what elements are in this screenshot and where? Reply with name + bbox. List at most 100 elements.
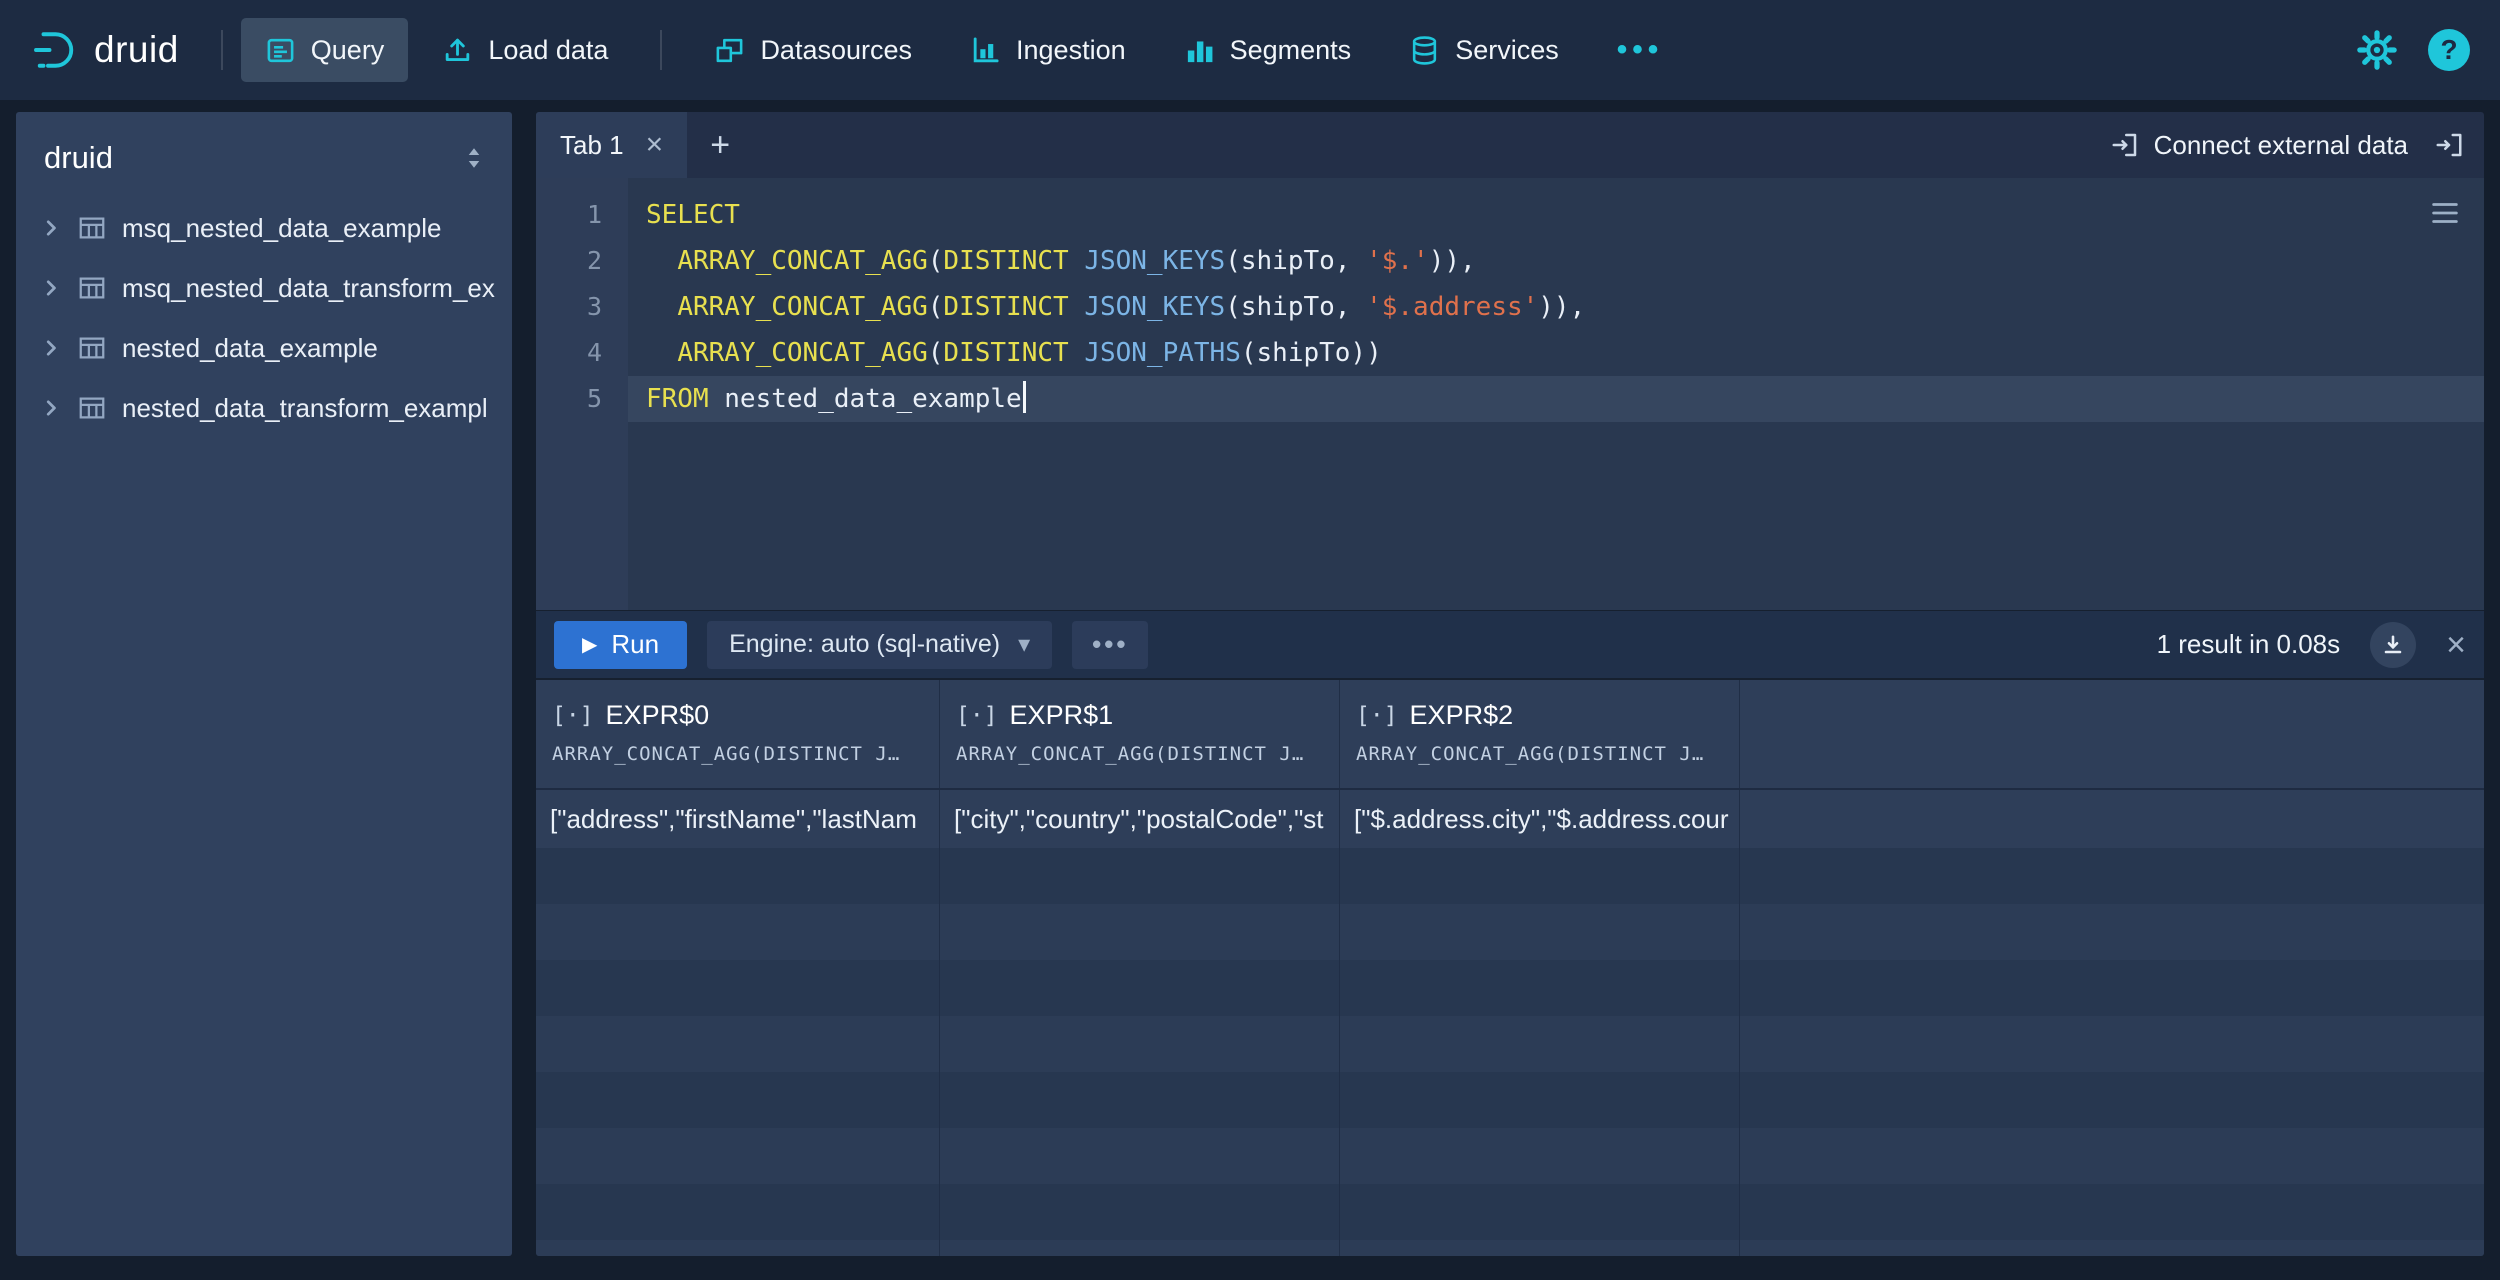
navbar-items: QueryLoad data Datasources Ingestion Segmen… (241, 18, 1687, 82)
download-result-button[interactable] (2370, 622, 2416, 668)
code-token: JSON_KEYS (1084, 246, 1225, 276)
sidebar-header: druid (16, 112, 512, 198)
results-body: ["address","firstName","lastNam["city","… (536, 790, 2484, 1256)
nav-divider (660, 30, 662, 70)
more-dots-icon: ••• (1617, 35, 1664, 65)
empty-cell (1740, 1240, 2484, 1256)
druid-logo-icon (30, 26, 78, 74)
column-header-EXPR$1[interactable]: [·]EXPR$1ARRAY_CONCAT_AGG(DISTINCT J… (940, 680, 1340, 788)
code-line: ARRAY_CONCAT_AGG(DISTINCT JSON_KEYS(ship… (628, 238, 2484, 284)
sidebar-datasource-item[interactable]: msq_nested_data_transform_ex (16, 258, 512, 318)
tabbar: Tab 1 × + Connect external data (536, 112, 2484, 178)
sidebar-datasource-item[interactable]: msq_nested_data_example (16, 198, 512, 258)
nav-item-query[interactable]: Query (241, 18, 409, 82)
line-number: 3 (536, 284, 628, 330)
connect-external-data-button[interactable]: Connect external data (2110, 130, 2408, 161)
chevron-right-icon (40, 277, 62, 299)
code-token (646, 338, 677, 368)
nav-item-label: Segments (1230, 35, 1352, 66)
result-cell[interactable]: ["address","firstName","lastNam (536, 790, 940, 848)
tabbar-right: Connect external data (2110, 112, 2484, 178)
brand-name: druid (94, 29, 179, 71)
nav-item-services[interactable]: Services (1385, 18, 1583, 82)
array-type-icon: [·] (552, 703, 594, 729)
empty-row (536, 1240, 2484, 1256)
empty-cell (940, 960, 1340, 1016)
editor-code[interactable]: SELECT ARRAY_CONCAT_AGG(DISTINCT JSON_KE… (628, 178, 2484, 610)
table-icon (77, 273, 107, 303)
empty-cell (1740, 1016, 2484, 1072)
empty-cell (536, 1072, 940, 1128)
nav-divider (221, 30, 223, 70)
engine-label: Engine: auto (sql-native) (729, 630, 1000, 659)
workspace: druid msq_nested_data_examplemsq_nested_… (0, 100, 2500, 1280)
runbar-more-button[interactable]: ••• (1072, 621, 1148, 669)
empty-cell (1740, 848, 2484, 904)
column-name: [·]EXPR$2 (1356, 700, 1729, 731)
double-caret-vertical-icon (462, 146, 486, 170)
run-button[interactable]: ▶ Run (554, 621, 687, 669)
column-header-EXPR$2[interactable]: [·]EXPR$2 ARRAY_CONCAT_AGG(DISTINCT J… (1340, 680, 1740, 788)
code-token (1069, 338, 1085, 368)
sidebar-tree: msq_nested_data_example msq_nested_data_t… (16, 198, 512, 438)
column-expression: ARRAY_CONCAT_AGG(DISTINCT J… (956, 743, 1329, 765)
empty-cell (1340, 848, 1740, 904)
add-tab-button[interactable]: + (687, 112, 753, 178)
sidebar-datasource-item[interactable]: nested_data_example (16, 318, 512, 378)
help-button[interactable]: ? (2428, 29, 2470, 71)
empty-cell (1340, 1072, 1740, 1128)
code-token: nested_data_example (709, 384, 1022, 414)
code-line: ARRAY_CONCAT_AGG(DISTINCT JSON_PATHS(shi… (628, 330, 2484, 376)
nav-item-load-data[interactable]: Load data (418, 18, 632, 82)
empty-cell (536, 960, 940, 1016)
nav-item-label: Datasources (760, 35, 912, 66)
runbar-right: 1 result in 0.08s × (2157, 622, 2466, 668)
line-number: 4 (536, 330, 628, 376)
empty-cell (536, 848, 940, 904)
code-token: ARRAY_CONCAT_AGG (677, 292, 927, 322)
nav-item-label: Services (1455, 35, 1559, 66)
close-tab-icon[interactable]: × (646, 130, 664, 160)
top-navbar: druid QueryLoad data Datasources Ingestion… (0, 0, 2500, 100)
nav-item-segments[interactable]: Segments (1160, 18, 1376, 82)
sidebar-datasource-item[interactable]: nested_data_transform_exampl (16, 378, 512, 438)
code-token: ( (928, 338, 944, 368)
code-token: JSON_KEYS (1084, 292, 1225, 322)
nav-item-more[interactable]: ••• (1593, 18, 1688, 82)
nav-item-ingestion[interactable]: Ingestion (946, 18, 1150, 82)
result-cell[interactable]: ["$.address.city","$.address.cour (1340, 790, 1740, 848)
load-data-icon (442, 35, 473, 66)
gear-icon (2356, 29, 2398, 71)
services-icon (1409, 35, 1440, 66)
navbar-right: ? (2356, 29, 2470, 71)
right-panel-toggle-button[interactable] (2434, 130, 2464, 160)
sql-editor[interactable]: 12345 SELECT ARRAY_CONCAT_AGG(DISTINCT J… (536, 178, 2484, 610)
close-results-button[interactable]: × (2446, 628, 2466, 662)
download-icon (2379, 631, 2407, 659)
settings-button[interactable] (2356, 29, 2398, 71)
tab-tab1[interactable]: Tab 1 × (536, 112, 687, 178)
engine-select[interactable]: Engine: auto (sql-native) ▾ (707, 621, 1052, 669)
column-name-text: EXPR$2 (1410, 700, 1514, 731)
nav-item-datasources[interactable]: Datasources (690, 18, 936, 82)
code-token: ARRAY_CONCAT_AGG (677, 338, 927, 368)
empty-row (536, 1184, 2484, 1240)
empty-cell (536, 1128, 940, 1184)
editor-menu-button[interactable] (2428, 196, 2462, 230)
code-line: SELECT (628, 192, 2484, 238)
column-expression: ARRAY_CONCAT_AGG(DISTINCT J… (1356, 743, 1729, 765)
column-header-EXPR$0[interactable]: [·]EXPR$0ARRAY_CONCAT_AGG(DISTINCT J… (536, 680, 940, 788)
result-cell-filler (1740, 790, 2484, 848)
druid-logo[interactable]: druid (30, 26, 179, 74)
run-label: Run (611, 629, 659, 660)
result-cell[interactable]: ["city","country","postalCode","st (940, 790, 1340, 848)
code-token: DISTINCT (943, 292, 1068, 322)
empty-cell (1340, 904, 1740, 960)
code-token: SELECT (646, 200, 740, 230)
table-icon (77, 393, 107, 423)
empty-cell (536, 1184, 940, 1240)
code-token: )), (1429, 246, 1476, 276)
sort-datasources-button[interactable] (462, 146, 486, 170)
code-token (646, 292, 677, 322)
datasource-label: msq_nested_data_example (122, 213, 441, 244)
